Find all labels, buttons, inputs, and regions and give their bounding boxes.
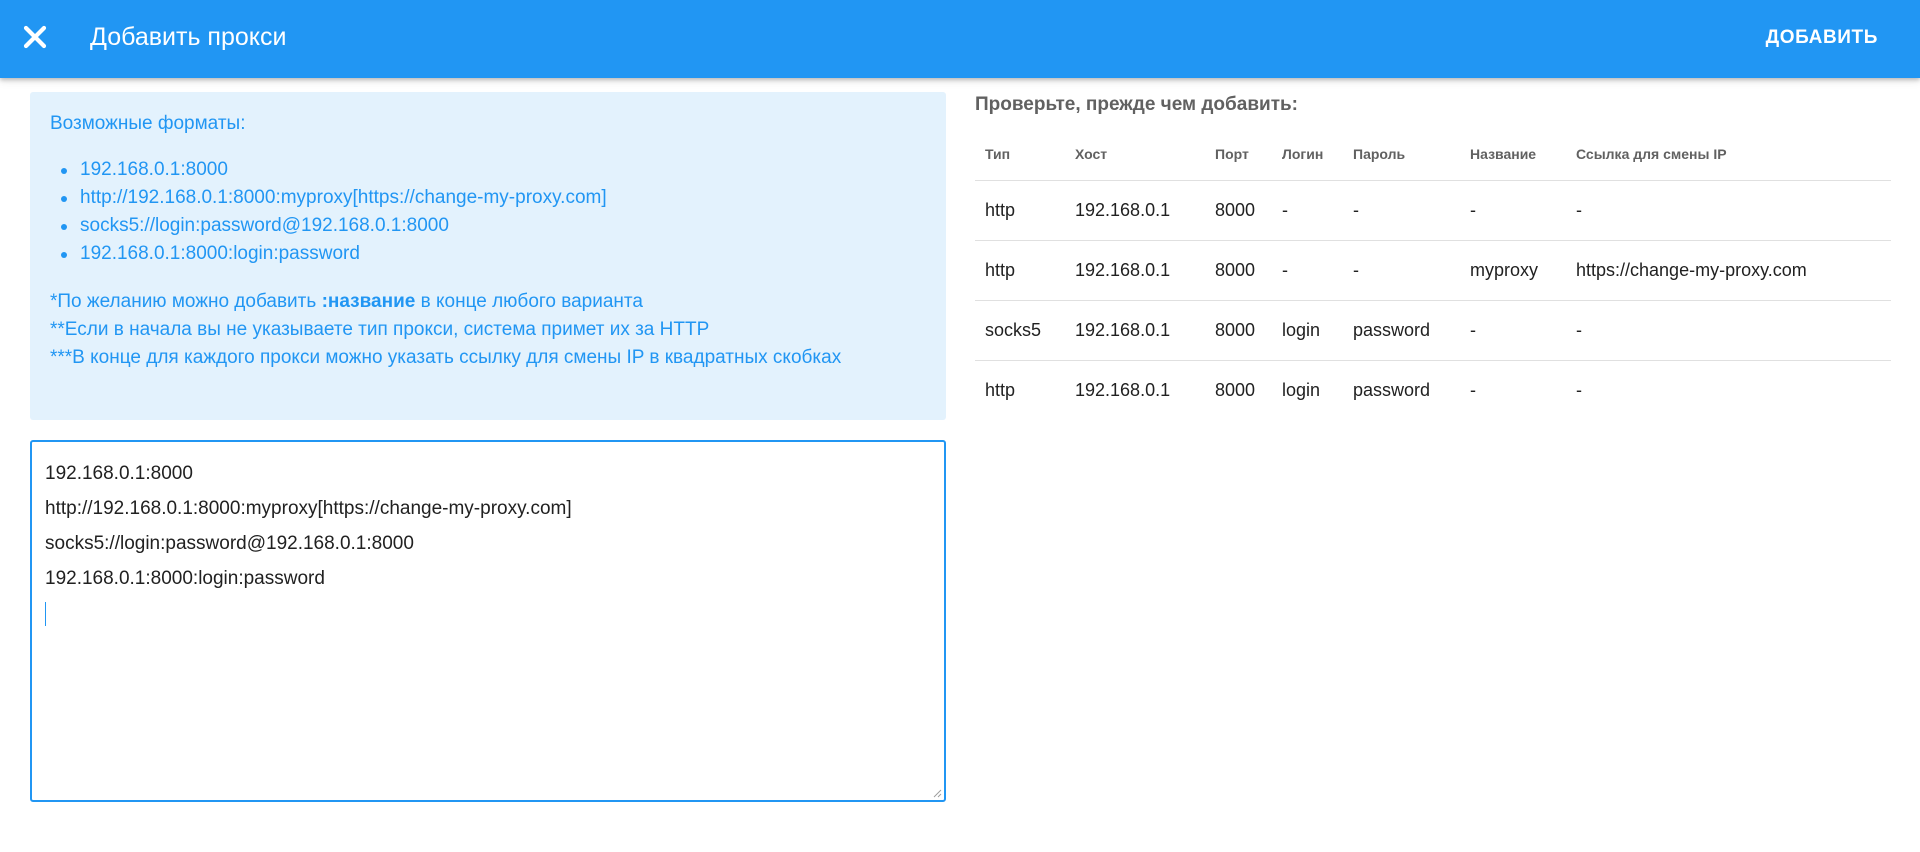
note-name-suffix-post: в конце любого варианта (415, 291, 643, 312)
preview-table: Тип Хост Порт Логин Пароль Название Ссыл… (975, 128, 1891, 420)
cell-type: http (985, 379, 1016, 400)
table-row: http 192.168.0.1 8000 - - - - (975, 180, 1891, 241)
cell-port: 8000 (1215, 379, 1256, 400)
proxy-list-textarea[interactable]: 192.168.0.1:8000 http://192.168.0.1:8000… (30, 440, 946, 802)
cell-name: myproxy (1460, 240, 1566, 301)
cell-password: - (1343, 180, 1460, 241)
formats-info-panel: Возможные форматы: 192.168.0.1:8000 http… (30, 92, 946, 420)
format-item: socks5://login:password@192.168.0.1:8000 (60, 212, 926, 240)
resize-handle-icon[interactable] (932, 788, 942, 798)
table-header-row: Тип Хост Порт Логин Пароль Название Ссыл… (975, 128, 1891, 181)
cell-login: login (1272, 300, 1343, 361)
text-caret (45, 601, 46, 626)
cell-host: 192.168.0.1 (1065, 240, 1205, 301)
cell-name: - (1470, 379, 1476, 400)
column-header-password: Пароль (1343, 128, 1460, 181)
proxy-input-line: 192.168.0.1:8000 (45, 463, 193, 484)
cell-type: socks5 (975, 300, 1065, 361)
cell-host: 192.168.0.1 (1065, 180, 1205, 241)
table-row: http 192.168.0.1 8000 login password - - (975, 360, 1891, 420)
cell-type: http (975, 180, 1065, 241)
cell-change-ip-link: - (1566, 300, 1891, 361)
column-header-port: Порт (1205, 128, 1272, 181)
cell-change-ip-link: - (1566, 180, 1891, 241)
table-row: http 192.168.0.1 8000 - - myproxy https:… (975, 240, 1891, 301)
cell-host: 192.168.0.1 (1075, 379, 1171, 400)
column-header-type: Тип (975, 128, 1065, 181)
cell-name: - (1460, 300, 1566, 361)
close-icon (23, 25, 47, 49)
cell-port: 8000 (1205, 180, 1272, 241)
cell-password: password (1343, 300, 1460, 361)
cell-login: - (1272, 240, 1343, 301)
cell-login: login (1282, 379, 1321, 400)
column-header-change-ip-link: Ссылка для смены IP (1566, 128, 1891, 181)
column-header-name: Название (1460, 128, 1566, 181)
cell-type: http (975, 240, 1065, 301)
proxy-input-caret-line (45, 596, 931, 631)
note-name-suffix: *По желанию можно добавить :название в к… (50, 288, 926, 316)
cell-name: - (1460, 180, 1566, 241)
app-bar: Добавить прокси ДОБАВИТЬ (0, 0, 1920, 78)
format-item: 192.168.0.1:8000:login:password (60, 240, 926, 268)
cell-change-ip-link: - (1576, 379, 1582, 400)
page-title: Добавить прокси (90, 23, 287, 51)
preview-title: Проверьте, прежде чем добавить: (975, 94, 1299, 115)
cell-password: password (1353, 379, 1431, 400)
column-header-host: Хост (1065, 128, 1205, 181)
format-item: http://192.168.0.1:8000:myproxy[https://… (60, 184, 926, 212)
cell-password: - (1343, 240, 1460, 301)
cell-port: 8000 (1205, 240, 1272, 301)
note-name-suffix-pre: *По желанию можно добавить (50, 291, 322, 312)
proxy-input-line: socks5://login:password@192.168.0.1:8000 (45, 533, 414, 554)
add-button[interactable]: ДОБАВИТЬ (1746, 21, 1898, 55)
table-row: socks5 192.168.0.1 8000 login password -… (975, 300, 1891, 361)
column-header-login: Логин (1272, 128, 1343, 181)
formats-list: 192.168.0.1:8000 http://192.168.0.1:8000… (50, 156, 926, 268)
cell-change-ip-link: https://change-my-proxy.com (1566, 240, 1891, 301)
formats-title: Возможные форматы: (50, 113, 246, 134)
cell-login: - (1272, 180, 1343, 241)
close-button[interactable] (19, 21, 51, 53)
cell-host: 192.168.0.1 (1065, 300, 1205, 361)
proxy-input-line: http://192.168.0.1:8000:myproxy[https://… (45, 498, 572, 519)
note-default-type: **Если в начала вы не указываете тип про… (50, 319, 710, 340)
format-item: 192.168.0.1:8000 (60, 156, 926, 184)
cell-port: 8000 (1205, 300, 1272, 361)
proxy-input-line: 192.168.0.1:8000:login:password (45, 568, 325, 589)
note-name-suffix-bold: :название (321, 291, 416, 312)
note-change-ip: ***В конце для каждого прокси можно указ… (50, 347, 842, 368)
